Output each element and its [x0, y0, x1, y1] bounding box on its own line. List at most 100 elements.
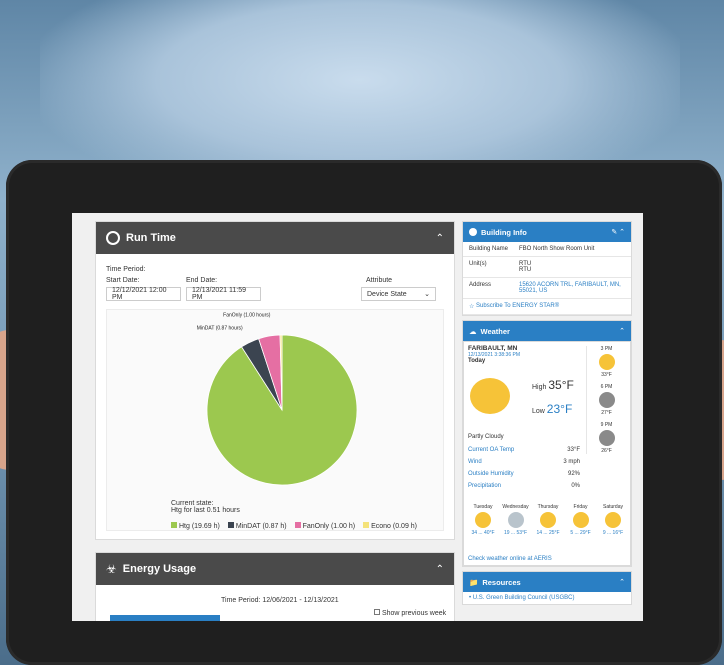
building-info-card: Building Info ✎ ⌃ Building Name FBO Nort… — [462, 221, 632, 316]
weather-header[interactable]: ☁ Weather ⌃ — [463, 321, 631, 341]
legend-swatch — [227, 522, 234, 528]
sun-icon — [572, 512, 589, 528]
current-oa-label[interactable]: Current OA Temp — [468, 444, 514, 456]
low-label: Low — [532, 408, 545, 415]
high-value: 35°F — [548, 378, 574, 392]
hour-temp: 26°F — [601, 448, 612, 454]
info-icon — [469, 228, 477, 236]
legend-item-htg[interactable]: Htg (19.69 h) — [171, 522, 220, 530]
resource-item[interactable]: • U.S. Green Building Council (USGBC) — [463, 592, 631, 604]
partly-cloudy-icon — [470, 378, 510, 414]
day-name: Thursday — [537, 504, 559, 510]
left-column: Run Time ⌃ Time Period: Start Date: End … — [95, 221, 455, 621]
aeris-link[interactable]: Check weather online at AERIS — [468, 556, 552, 562]
hourly-1: 6 PM 27°F — [587, 384, 626, 416]
chevron-down-icon: ⌄ — [424, 291, 430, 298]
sun-icon — [475, 512, 491, 528]
wind-value: 3 mph — [563, 459, 580, 465]
humidity-row: Outside Humidity 92% — [468, 468, 580, 480]
low-value: 23°F — [546, 402, 573, 416]
forecast-day: Saturday 9 ... 16°F — [598, 504, 628, 536]
show-previous-label: Show previous week — [381, 610, 447, 617]
energy-time-period: Time Period: 12/06/2021 - 12/13/2021 — [221, 597, 339, 604]
day-temp: 34 ... 40°F — [471, 530, 495, 536]
moon-icon — [598, 392, 615, 408]
pie-label-fanonly: FanOnly (1.00 hours) — [223, 312, 271, 318]
current-oa-value: 33°F — [567, 447, 580, 453]
legend-item-fanonly[interactable]: FanOnly (1.00 h) — [294, 522, 356, 530]
hourly-0: 3 PM 33°F — [587, 346, 626, 378]
units-key: Unit(s) — [469, 261, 487, 267]
energy-icon: ☣ — [106, 562, 117, 576]
cloud-icon: ☁ — [469, 326, 477, 336]
resources-header[interactable]: 📁 Resources ⌃ — [463, 572, 631, 592]
daily-forecast: Tuesday 34 ... 40°F Wednesday 19 ... 53°F … — [468, 504, 628, 536]
run-time-header[interactable]: Run Time ⌃ — [96, 222, 454, 254]
building-name-row: Building Name FBO North Show Room Unit — [463, 242, 631, 257]
units-row: Unit(s) RTU RTU — [463, 257, 631, 278]
hour-time: 9 PM — [600, 422, 613, 428]
period-tabs[interactable] — [110, 615, 220, 621]
forecast-day: Friday 5 ... 29°F — [566, 504, 596, 536]
legend-label: Econo (0.09 h) — [371, 523, 418, 530]
hour-time: 3 PM — [600, 346, 613, 352]
collapse-chevron-icon[interactable]: ⌃ — [619, 578, 625, 586]
current-state: Current state: Htg for last 0.51 hours — [171, 500, 240, 514]
day-temp: 5 ... 29°F — [570, 530, 591, 536]
high-label: High — [532, 384, 547, 391]
attribute-select[interactable]: Device State ⌄ — [361, 287, 436, 301]
right-column: Building Info ✎ ⌃ Building Name FBO Nort… — [462, 221, 632, 605]
start-date-input[interactable]: 12/12/2021 12:00 PM — [106, 287, 181, 301]
energy-usage-title: Energy Usage — [122, 563, 197, 575]
legend-label: FanOnly (1.00 h) — [302, 523, 356, 530]
edit-icon[interactable]: ✎ ⌃ — [611, 228, 625, 236]
high-temp: High 35°F — [532, 378, 574, 392]
screen: Run Time ⌃ Time Period: Start Date: End … — [72, 213, 643, 621]
pie-label-mindat: MinDAT (0.87 hours) — [197, 325, 243, 331]
wind-label[interactable]: Wind — [468, 456, 482, 468]
legend-swatch — [171, 522, 177, 528]
collapse-chevron-icon[interactable]: ⌃ — [619, 327, 625, 335]
weather-title: Weather — [480, 326, 510, 336]
resources-title: Resources — [482, 577, 521, 587]
building-info-header[interactable]: Building Info ✎ ⌃ — [463, 222, 631, 242]
day-temp: 14 ... 25°F — [536, 530, 560, 536]
energy-usage-header[interactable]: ☣ Energy Usage ⌃ — [96, 553, 454, 585]
energy-body: Time Period: 12/06/2021 - 12/13/2021 Sho… — [96, 585, 454, 621]
energy-star-link[interactable]: ☆ Subscribe To ENERGY STAR® — [463, 299, 631, 315]
current-state-value: Htg for last 0.51 hours — [171, 507, 240, 514]
legend-label: Htg (19.69 h) — [179, 523, 220, 530]
weather-card: ☁ Weather ⌃ FARIBAULT, MN 12/13/2021 3:3… — [462, 320, 632, 567]
humidity-value: 92% — [567, 471, 580, 477]
day-name: Wednesday — [502, 504, 529, 510]
hourly-forecast: 3 PM 33°F 6 PM 27°F 9 PM 26°F — [586, 346, 626, 454]
units-value: RTU RTU — [519, 261, 532, 273]
checkbox-icon[interactable] — [374, 609, 380, 615]
run-time-title: Run Time — [126, 232, 176, 244]
legend-item-econo[interactable]: Econo (0.09 h) — [363, 522, 417, 530]
address-value[interactable]: 15620 ACORN TRL, FARIBAULT, MN, 55021, U… — [519, 282, 625, 294]
time-period-label: Time Period: — [106, 266, 146, 273]
weather-condition: Partly Cloudy — [468, 434, 504, 440]
current-oa-row: Current OA Temp 33°F — [468, 444, 580, 456]
legend-swatch — [294, 522, 301, 528]
collapse-chevron-icon[interactable]: ⌃ — [436, 564, 444, 575]
show-previous-week[interactable]: Show previous week — [374, 609, 446, 617]
hourly-2: 9 PM 26°F — [587, 422, 626, 454]
clock-icon — [106, 231, 120, 245]
current-state-label: Current state: — [171, 500, 214, 507]
pie-chart-svg: Htg (19.69 h)MinDAT (0.87 hours)FanOnly … — [197, 305, 367, 498]
weather-stats: Current OA Temp 33°F Wind 3 mph Outside Hu… — [468, 444, 580, 492]
low-temp: Low 23°F — [532, 402, 572, 416]
legend-item-mindat[interactable]: MinDAT (0.87 h) — [227, 522, 287, 530]
building-name-key: Building Name — [469, 246, 509, 252]
wind-row: Wind 3 mph — [468, 456, 580, 468]
end-date-input[interactable]: 12/13/2021 11:59 PM — [186, 287, 261, 301]
humidity-label[interactable]: Outside Humidity — [468, 468, 514, 480]
start-date-label: Start Date: — [106, 277, 140, 284]
collapse-chevron-icon[interactable]: ⌃ — [436, 233, 444, 244]
hour-temp: 27°F — [601, 410, 612, 416]
star-icon: ☆ — [469, 304, 477, 310]
precip-label[interactable]: Precipitation — [468, 480, 501, 492]
attribute-select-value: Device State — [367, 290, 407, 298]
